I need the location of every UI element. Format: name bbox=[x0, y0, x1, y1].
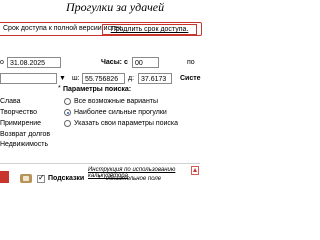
search-option-label[interactable]: Все возможные варианты bbox=[74, 97, 158, 106]
system-label: Систе bbox=[180, 75, 201, 82]
latitude-label: ш: bbox=[72, 75, 80, 82]
longitude-input[interactable]: 37.6173 bbox=[138, 73, 172, 84]
latitude-input[interactable]: 55.756826 bbox=[82, 73, 125, 84]
search-option-label[interactable]: Указать свои параметры поиска bbox=[74, 119, 178, 128]
back-button[interactable] bbox=[0, 171, 9, 183]
settings-icon[interactable] bbox=[20, 174, 32, 183]
search-option-radio[interactable] bbox=[64, 120, 71, 127]
goal-item[interactable]: Возврат долгов bbox=[0, 130, 50, 139]
search-option-label[interactable]: Наиболее сильные прогулки bbox=[74, 108, 167, 117]
date-label: о bbox=[0, 59, 4, 66]
dropdown-arrow-icon[interactable]: ▼ bbox=[59, 74, 66, 84]
search-option-radio-selected[interactable] bbox=[64, 109, 71, 116]
date-input[interactable]: 31.08.2025 bbox=[7, 57, 61, 68]
longitude-label: д: bbox=[128, 75, 135, 82]
search-params-marker: * bbox=[58, 85, 61, 92]
pdf-icon[interactable] bbox=[191, 166, 200, 175]
search-option-radio[interactable] bbox=[64, 98, 71, 105]
goal-item[interactable]: Примирение bbox=[0, 119, 41, 128]
hours-label: Часы: с bbox=[101, 59, 128, 66]
access-expired-notice: Срок доступа к полной версии истек. Прод… bbox=[0, 22, 202, 36]
extend-access-link[interactable]: Продлить срок доступа. bbox=[102, 24, 197, 35]
bottom-divider bbox=[0, 163, 200, 164]
search-params-label: Параметры поиска: bbox=[63, 86, 132, 93]
app-page: Прогулки за удачей Срок доступа к полной… bbox=[0, 0, 202, 200]
page-title: Прогулки за удачей bbox=[66, 0, 165, 14]
goal-item[interactable]: Слава bbox=[0, 97, 21, 106]
goal-item[interactable]: Творчество bbox=[0, 108, 37, 117]
location-input[interactable] bbox=[0, 73, 57, 84]
hours-from-input[interactable]: 00 bbox=[132, 57, 159, 68]
required-field-note: * - обязательное поле bbox=[98, 176, 162, 182]
hints-checkbox[interactable] bbox=[37, 173, 45, 183]
goal-item[interactable]: Недвижимость bbox=[0, 140, 48, 149]
hints-label: Подсказки bbox=[48, 175, 85, 182]
hours-to-label: по bbox=[187, 59, 195, 66]
